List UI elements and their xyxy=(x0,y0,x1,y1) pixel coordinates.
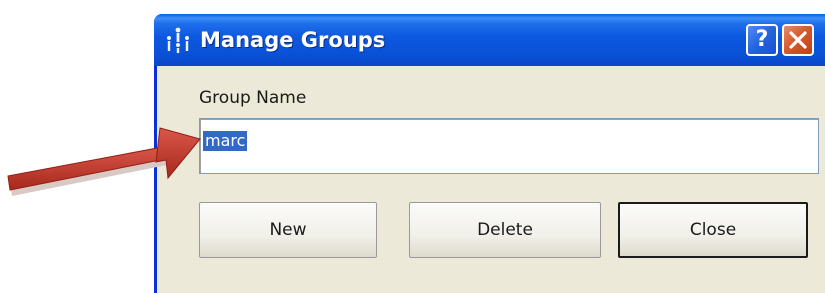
help-button[interactable]: ? xyxy=(746,24,778,56)
app-icon xyxy=(167,27,189,53)
help-icon: ? xyxy=(755,27,769,52)
group-name-value[interactable]: marc xyxy=(203,131,248,151)
screenshot-stage: Manage Groups ? Group Name marc New Dele… xyxy=(0,0,825,293)
manage-groups-dialog: Manage Groups ? Group Name marc New Dele… xyxy=(154,14,825,293)
new-button[interactable]: New xyxy=(199,202,377,258)
group-name-input[interactable]: marc xyxy=(199,118,819,174)
title-bar[interactable]: Manage Groups ? xyxy=(154,14,825,66)
delete-button[interactable]: Delete xyxy=(409,202,601,258)
group-name-label: Group Name xyxy=(199,88,307,108)
window-title: Manage Groups xyxy=(200,28,386,52)
close-window-button[interactable] xyxy=(782,24,814,56)
close-icon xyxy=(789,31,807,49)
close-button[interactable]: Close xyxy=(618,202,808,258)
